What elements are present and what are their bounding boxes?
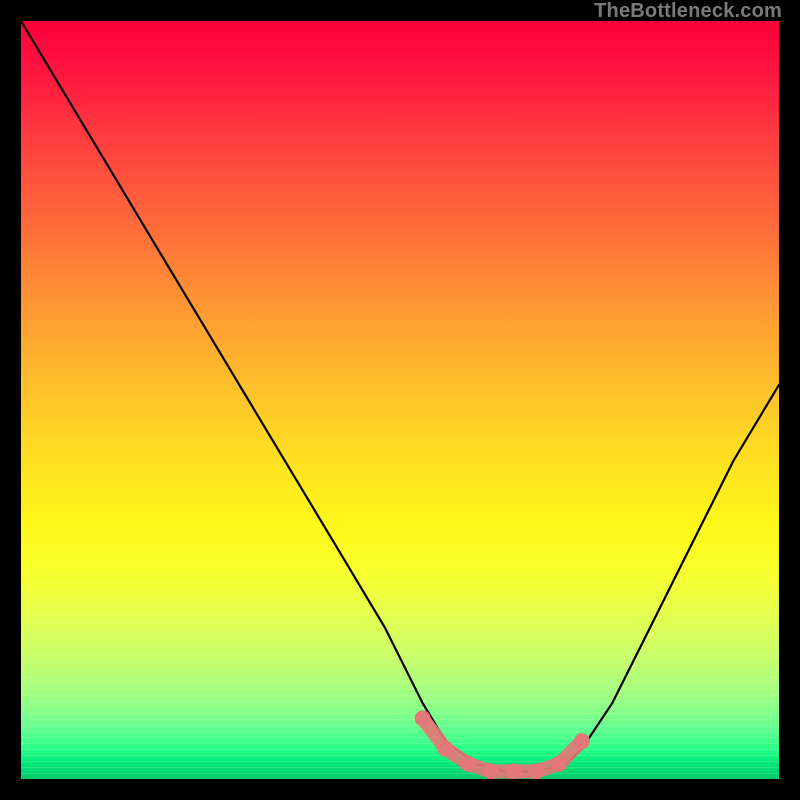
sweet-spot-dot (438, 741, 454, 757)
sweet-spot-dot (551, 756, 567, 772)
sweet-spot-highlight (21, 21, 779, 779)
chart-canvas: TheBottleneck.com (0, 0, 800, 800)
sweet-spot-dot (528, 763, 544, 779)
sweet-spot-dot (506, 763, 522, 779)
sweet-spot-dot (483, 763, 499, 779)
sweet-spot-dot (415, 710, 431, 726)
plot-area (21, 21, 779, 779)
attribution-watermark: TheBottleneck.com (594, 0, 782, 23)
sweet-spot-dot (460, 756, 476, 772)
bottleneck-curve (21, 21, 779, 779)
sweet-spot-dot (574, 733, 590, 749)
gradient-stripes (21, 582, 779, 779)
